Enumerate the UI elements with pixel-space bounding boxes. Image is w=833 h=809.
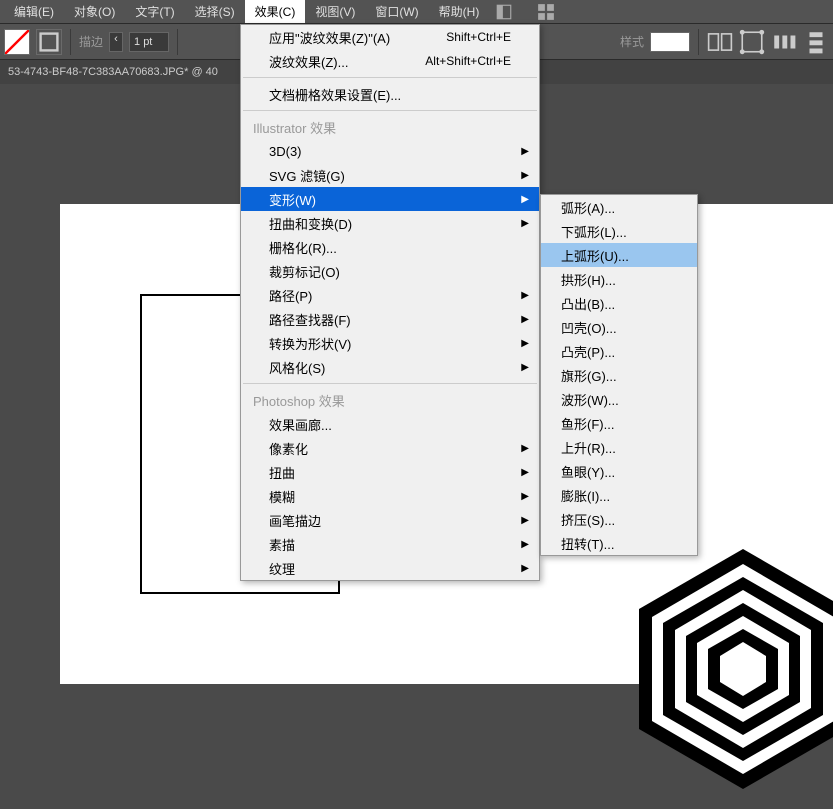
warp-shell-lower[interactable]: 凹壳(O)...	[541, 315, 697, 339]
menu-texture[interactable]: 纹理▶	[241, 556, 539, 580]
menu-apply-last-effect[interactable]: 应用"波纹效果(Z)"(A)Shift+Ctrl+E	[241, 25, 539, 49]
stroke-swatch[interactable]	[36, 29, 62, 55]
menu-select[interactable]: 选择(S)	[185, 0, 245, 23]
warp-submenu: 弧形(A)... 下弧形(L)... 上弧形(U)... 拱形(H)... 凸出…	[540, 194, 698, 556]
warp-squeeze[interactable]: 挤压(S)...	[541, 507, 697, 531]
transform-icon[interactable]	[739, 29, 765, 55]
menu-object[interactable]: 对象(O)	[64, 0, 125, 23]
warp-fisheye[interactable]: 鱼眼(Y)...	[541, 459, 697, 483]
menu-effects[interactable]: 效果(C)	[245, 0, 306, 23]
menu-edit[interactable]: 编辑(E)	[4, 0, 64, 23]
menu-distort-ps[interactable]: 扭曲▶	[241, 460, 539, 484]
document-tab[interactable]: 53-4743-BF48-7C383AA70683.JPG* @ 40	[8, 66, 218, 78]
menu-doc-raster-settings[interactable]: 文档栅格效果设置(E)...	[241, 82, 539, 106]
warp-inflate[interactable]: 膨胀(I)...	[541, 483, 697, 507]
style-label: 样式	[620, 33, 644, 50]
menu-rasterize[interactable]: 栅格化(R)...	[241, 235, 539, 259]
menu-warp[interactable]: 变形(W)▶	[241, 187, 539, 211]
stroke-decrement[interactable]: ‹	[109, 32, 123, 52]
distribute-v-icon[interactable]	[803, 29, 829, 55]
menu-pathfinder[interactable]: 路径查找器(F)▶	[241, 307, 539, 331]
menu-distort-transform[interactable]: 扭曲和变换(D)▶	[241, 211, 539, 235]
menu-convert-shape[interactable]: 转换为形状(V)▶	[241, 331, 539, 355]
menu-blur[interactable]: 模糊▶	[241, 484, 539, 508]
menu-crop-marks[interactable]: 裁剪标记(O)	[241, 259, 539, 283]
stroke-label: 描边	[79, 33, 103, 50]
menu-pixelate[interactable]: 像素化▶	[241, 436, 539, 460]
stroke-weight-input[interactable]	[129, 32, 169, 52]
menu-svg-filters[interactable]: SVG 滤镜(G)▶	[241, 163, 539, 187]
warp-arc-lower[interactable]: 下弧形(L)...	[541, 219, 697, 243]
warp-arch[interactable]: 拱形(H)...	[541, 267, 697, 291]
grid-icon[interactable]	[537, 3, 555, 21]
warp-twist[interactable]: 扭转(T)...	[541, 531, 697, 555]
section-illustrator-effects: Illustrator 效果	[241, 115, 539, 139]
warp-arc[interactable]: 弧形(A)...	[541, 195, 697, 219]
menu-effect-gallery[interactable]: 效果画廊...	[241, 412, 539, 436]
menubar: 编辑(E) 对象(O) 文字(T) 选择(S) 效果(C) 视图(V) 窗口(W…	[0, 0, 833, 24]
warp-wave[interactable]: 波形(W)...	[541, 387, 697, 411]
section-photoshop-effects: Photoshop 效果	[241, 388, 539, 412]
menu-window[interactable]: 窗口(W)	[365, 0, 428, 23]
menu-ripple-effect[interactable]: 波纹效果(Z)...Alt+Shift+Ctrl+E	[241, 49, 539, 73]
menu-stylize[interactable]: 风格化(S)▶	[241, 355, 539, 379]
warp-rise[interactable]: 上升(R)...	[541, 435, 697, 459]
menu-3d[interactable]: 3D(3)▶	[241, 139, 539, 163]
menu-type[interactable]: 文字(T)	[125, 0, 184, 23]
distribute-h-icon[interactable]	[771, 29, 797, 55]
menu-help[interactable]: 帮助(H)	[429, 0, 490, 23]
menu-view[interactable]: 视图(V)	[305, 0, 365, 23]
menu-path[interactable]: 路径(P)▶	[241, 283, 539, 307]
hexagon-pattern	[623, 534, 833, 804]
fill-swatch[interactable]	[4, 29, 30, 55]
menu-brush-strokes[interactable]: 画笔描边▶	[241, 508, 539, 532]
warp-shell-upper[interactable]: 凸壳(P)...	[541, 339, 697, 363]
warp-flag[interactable]: 旗形(G)...	[541, 363, 697, 387]
warp-fish[interactable]: 鱼形(F)...	[541, 411, 697, 435]
effects-dropdown: 应用"波纹效果(Z)"(A)Shift+Ctrl+E 波纹效果(Z)...Alt…	[240, 24, 540, 581]
warp-bulge[interactable]: 凸出(B)...	[541, 291, 697, 315]
warp-arc-upper[interactable]: 上弧形(U)...	[541, 243, 697, 267]
style-swatch[interactable]	[650, 32, 690, 52]
align-icon[interactable]	[707, 29, 733, 55]
layout-icon[interactable]	[495, 3, 513, 21]
menu-sketch[interactable]: 素描▶	[241, 532, 539, 556]
